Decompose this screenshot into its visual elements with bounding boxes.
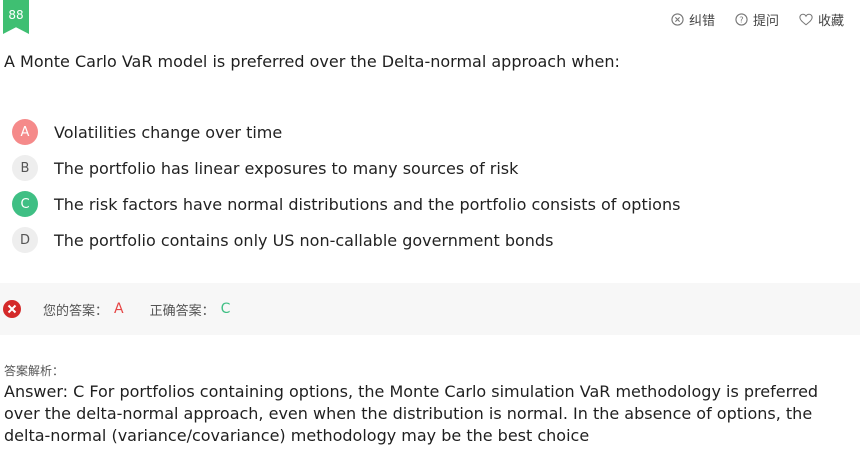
option-d-text: The portfolio contains only US non-calla…	[54, 230, 554, 250]
option-a[interactable]: A Volatilities change over time	[12, 114, 680, 150]
correct-answer-value: C	[220, 301, 231, 317]
analysis-title: 答案解析：	[4, 364, 65, 378]
wrong-answer-icon	[3, 300, 21, 318]
correct-answer-label: 正确答案：	[149, 303, 215, 319]
favorite-label: 收藏	[817, 14, 844, 29]
analysis-text: Answer: C For portfolios containing opti…	[4, 382, 819, 445]
option-a-letter: A	[12, 119, 38, 145]
svg-text:?: ?	[739, 14, 743, 24]
question-circle-icon: ?	[735, 13, 748, 26]
question-text: A Monte Carlo VaR model is preferred ove…	[4, 52, 620, 71]
question-number-badge: 88	[3, 0, 29, 34]
your-answer-label: 您的答案：	[43, 303, 109, 319]
favorite-button[interactable]: 收藏	[799, 10, 844, 29]
option-d-letter: D	[12, 227, 38, 253]
top-actions: 纠错 ? 提问 收藏	[671, 10, 844, 29]
option-a-text: Volatilities change over time	[54, 122, 283, 142]
option-b-text: The portfolio has linear exposures to ma…	[54, 158, 519, 178]
heart-icon	[799, 13, 813, 26]
answer-result-bar: 您的答案： A 正确答案： C	[0, 283, 860, 335]
options-list: A Volatilities change over time B The po…	[12, 114, 680, 258]
ask-question-label: 提问	[752, 14, 779, 29]
x-circle-icon	[671, 13, 684, 26]
option-c-letter: C	[12, 191, 38, 217]
your-answer-value: A	[114, 301, 124, 317]
option-b[interactable]: B The portfolio has linear exposures to …	[12, 150, 680, 186]
report-error-label: 纠错	[688, 14, 715, 29]
option-d[interactable]: D The portfolio contains only US non-cal…	[12, 222, 680, 258]
option-c-text: The risk factors have normal distributio…	[54, 194, 681, 214]
option-b-letter: B	[12, 155, 38, 181]
ask-question-button[interactable]: ? 提问	[735, 10, 779, 29]
report-error-button[interactable]: 纠错	[671, 10, 715, 29]
option-c[interactable]: C The risk factors have normal distribut…	[12, 186, 680, 222]
